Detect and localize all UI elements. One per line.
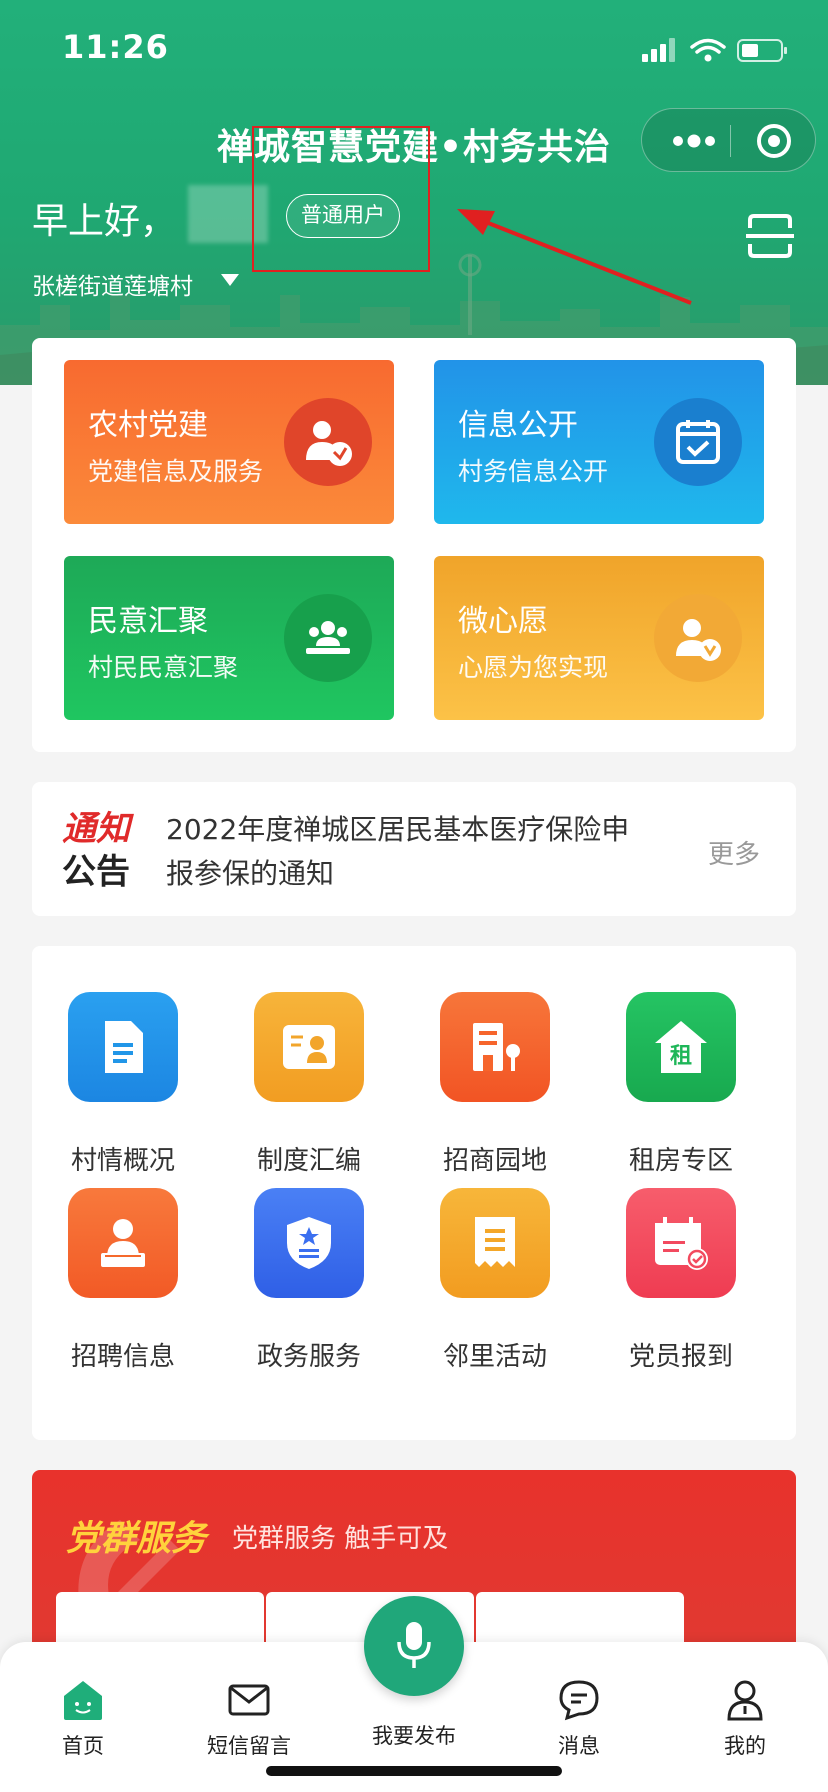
notice-logo-line2: 公告 bbox=[62, 852, 130, 892]
service-village-overview[interactable]: 村情概况 bbox=[48, 946, 188, 1176]
tile-micro-wish[interactable]: 微心愿 心愿为您实现 bbox=[434, 556, 764, 720]
user-check-icon bbox=[654, 594, 742, 682]
microphone-button[interactable] bbox=[364, 1596, 464, 1696]
tab-publish[interactable]: 我要发布 bbox=[344, 1596, 484, 1776]
home-icon bbox=[64, 1681, 102, 1720]
service-label: 政务服务 bbox=[256, 1342, 361, 1372]
signal-icon bbox=[642, 38, 675, 62]
party-section-subtitle: 党群服务 触手可及 bbox=[232, 1524, 449, 1554]
annotation-arrow bbox=[457, 209, 692, 305]
more-options-icon[interactable] bbox=[664, 119, 724, 163]
tile-title: 微心愿 bbox=[458, 604, 548, 639]
notice-logo-line1: 通知 bbox=[62, 809, 130, 849]
status-icons bbox=[642, 38, 787, 62]
service-label: 招聘信息 bbox=[70, 1342, 175, 1372]
tab-home[interactable]: 首页 bbox=[28, 1678, 138, 1774]
tab-sms[interactable]: 短信留言 bbox=[194, 1678, 304, 1774]
capsule-divider bbox=[730, 125, 731, 157]
tab-mine[interactable]: 我的 bbox=[690, 1678, 800, 1774]
service-regulations[interactable]: 制度汇编 bbox=[234, 946, 374, 1176]
party-user-icon bbox=[284, 398, 372, 486]
service-government[interactable]: 政务服务 bbox=[234, 1142, 374, 1372]
tile-subtitle: 党建信息及服务 bbox=[88, 457, 264, 486]
tab-label: 短信留言 bbox=[207, 1734, 291, 1758]
tab-messages[interactable]: 消息 bbox=[524, 1678, 634, 1774]
party-section-title: 党群服务 bbox=[66, 1519, 207, 1559]
tile-subtitle: 心愿为您实现 bbox=[458, 653, 609, 682]
chat-icon bbox=[559, 1680, 599, 1721]
document-icon bbox=[68, 992, 178, 1102]
wifi-icon bbox=[690, 38, 726, 54]
quick-access-card: 农村党建 党建信息及服务 信息公开 村务信息公开 民意汇聚 村民民意汇聚 微心愿… bbox=[32, 338, 796, 752]
service-member-checkin[interactable]: 党员报到 bbox=[606, 1142, 746, 1372]
tile-title: 农村党建 bbox=[88, 408, 208, 443]
close-mini-program-icon[interactable] bbox=[752, 119, 796, 163]
tab-label: 我的 bbox=[724, 1734, 766, 1758]
mail-icon bbox=[228, 1684, 270, 1716]
service-investment[interactable]: 招商园地 bbox=[420, 946, 560, 1176]
id-card-icon bbox=[254, 992, 364, 1102]
tile-subtitle: 村民民意汇聚 bbox=[88, 653, 239, 682]
notice-more-link[interactable]: 更多 bbox=[708, 834, 760, 871]
notice-card[interactable]: 通知 公告 2022年度禅城区居民基本医疗保险申报参保的通知 更多 bbox=[32, 782, 796, 916]
calendar-check-icon bbox=[654, 398, 742, 486]
caret-down-icon[interactable] bbox=[220, 273, 240, 287]
service-label: 邻里活动 bbox=[442, 1342, 547, 1372]
greeting-text: 早上好， bbox=[32, 201, 177, 242]
tile-info-disclosure[interactable]: 信息公开 村务信息公开 bbox=[434, 360, 764, 524]
service-rental[interactable]: 租 租房专区 bbox=[606, 946, 746, 1176]
calendar-check-icon bbox=[626, 1188, 736, 1298]
service-neighborhood[interactable]: 邻里活动 bbox=[420, 1142, 560, 1372]
tab-label: 我要发布 bbox=[372, 1724, 456, 1748]
worker-icon bbox=[68, 1188, 178, 1298]
tile-public-opinion[interactable]: 民意汇聚 村民民意汇聚 bbox=[64, 556, 394, 720]
building-icon bbox=[440, 992, 550, 1102]
battery-icon bbox=[737, 39, 787, 62]
tab-label: 首页 bbox=[62, 1734, 104, 1758]
receipt-icon bbox=[440, 1188, 550, 1298]
scan-icon[interactable] bbox=[746, 212, 794, 260]
tile-title: 信息公开 bbox=[458, 408, 578, 443]
tile-subtitle: 村务信息公开 bbox=[458, 457, 609, 486]
service-label: 党员报到 bbox=[628, 1342, 733, 1372]
home-indicator bbox=[266, 1766, 562, 1776]
rent-house-icon: 租 bbox=[626, 992, 736, 1102]
mini-program-capsule bbox=[641, 108, 816, 172]
tile-rural-party-building[interactable]: 农村党建 党建信息及服务 bbox=[64, 360, 394, 524]
shield-icon bbox=[254, 1188, 364, 1298]
microphone-icon bbox=[397, 1622, 431, 1668]
notice-headline[interactable]: 2022年度禅城区居民基本医疗保险申报参保的通知 bbox=[166, 808, 646, 896]
notice-logo: 通知 公告 bbox=[62, 808, 136, 894]
location-selector[interactable]: 张槎街道莲塘村 bbox=[32, 267, 193, 301]
tab-label: 消息 bbox=[558, 1734, 600, 1758]
status-time: 11:26 bbox=[62, 28, 169, 66]
tile-title: 民意汇聚 bbox=[88, 604, 208, 639]
user-icon bbox=[727, 1680, 763, 1721]
annotation-highlight-box bbox=[252, 126, 430, 272]
service-recruitment[interactable]: 招聘信息 bbox=[48, 1142, 188, 1372]
service-grid-card: 村情概况 制度汇编 招商园地 租 租房专区 招聘信息 政务服务 邻里活动 党员报… bbox=[32, 946, 796, 1440]
group-icon bbox=[284, 594, 372, 682]
svg-text:租: 租 bbox=[670, 1044, 692, 1069]
